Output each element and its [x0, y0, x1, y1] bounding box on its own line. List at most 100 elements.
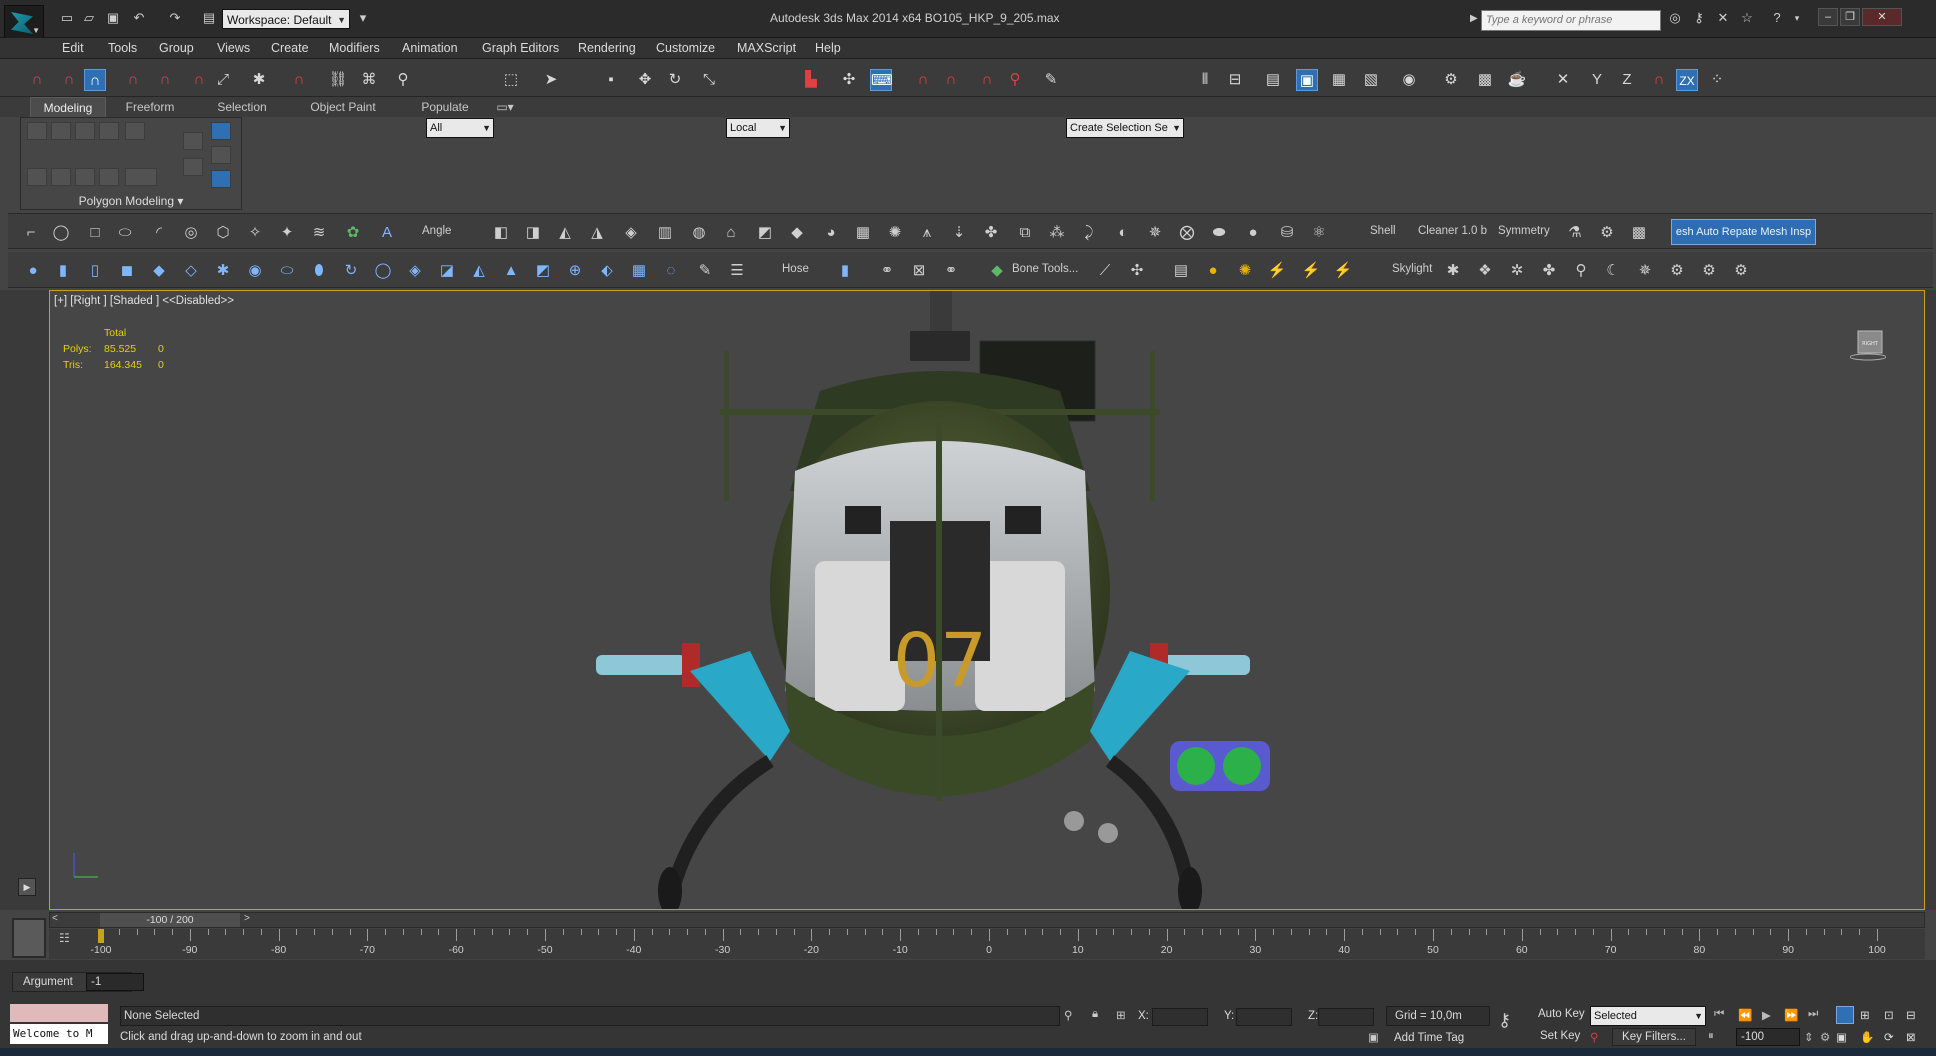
modifier-icon[interactable]: ◈ [620, 222, 642, 244]
shell-label[interactable]: Shell [1370, 225, 1396, 237]
bind-space-warp-icon[interactable]: ⚲ [392, 69, 414, 91]
graphite-toggle-icon[interactable]: ▣ [1296, 69, 1318, 91]
magnet-active-icon[interactable]: ∩ [84, 69, 106, 91]
ik-icon[interactable]: ⟋ [1094, 260, 1116, 282]
scale-icon[interactable]: ⤡ [698, 69, 720, 91]
wedge-icon[interactable]: ◩ [532, 260, 554, 282]
menu-help[interactable]: Help [815, 41, 841, 55]
zoom-extents-all-icon[interactable]: ⊟ [1906, 1008, 1916, 1022]
sun-icon[interactable]: ✺ [1234, 260, 1256, 282]
skylight-label[interactable]: Skylight [1392, 263, 1432, 275]
modifier-icon[interactable]: ◩ [754, 222, 776, 244]
caret-right-icon[interactable]: ▶ [1470, 13, 1478, 24]
play-icon[interactable]: ▶ [18, 878, 36, 896]
modifier-icon[interactable]: ◍ [688, 222, 710, 244]
script-icon[interactable]: ⚗ [1564, 222, 1586, 244]
ribbon-tool-icon[interactable] [27, 122, 47, 140]
deformer-icon[interactable]: ❖ [1474, 260, 1496, 282]
polygon-modeling-dropdown[interactable]: Polygon Modeling ▾ [20, 192, 242, 210]
chevron-down-icon[interactable]: ▾ [1788, 10, 1806, 26]
menu-graph-editors[interactable]: Graph Editors [482, 41, 559, 55]
menu-group[interactable]: Group [159, 41, 194, 55]
field-of-view-icon[interactable]: ▣ [1836, 1030, 1847, 1044]
modifier-icon[interactable]: ✤ [980, 222, 1002, 244]
time-config-icon[interactable]: ⚙ [1820, 1030, 1830, 1044]
current-frame-marker[interactable] [98, 929, 104, 943]
ribbon-tool-active-icon[interactable] [211, 170, 231, 188]
prev-frame-icon[interactable]: < [52, 913, 58, 924]
modifier-icon[interactable]: ⌂ [720, 222, 742, 244]
spot-light-icon[interactable]: ⚡ [1266, 260, 1288, 282]
ellipse-tool-icon[interactable]: ⬭ [114, 222, 136, 244]
menu-views[interactable]: Views [217, 41, 250, 55]
open-file-icon[interactable]: ▱ [80, 10, 98, 26]
script-icon[interactable]: ⚙ [1596, 222, 1618, 244]
grid-sphere-icon[interactable]: ⊕ [564, 260, 586, 282]
mesh-inspector-button[interactable]: esh Auto Repate Mesh Insp [1671, 219, 1816, 245]
snap-icon[interactable]: ⤢ [212, 69, 234, 91]
tab-modeling[interactable]: Modeling [30, 97, 106, 117]
search-box[interactable] [1481, 10, 1661, 31]
ik-solver-icon[interactable]: ✣ [1126, 260, 1148, 282]
mini-curve-editor-button[interactable] [12, 918, 46, 958]
geosphere-icon[interactable]: ◉ [244, 260, 266, 282]
tab-freeform[interactable]: Freeform [114, 97, 186, 117]
modifier-icon[interactable]: ◮ [586, 222, 608, 244]
menu-modifiers[interactable]: Modifiers [329, 41, 380, 55]
set-key-icon[interactable]: ⚲ [1590, 1030, 1598, 1044]
curve-editor-icon[interactable]: ▦ [1328, 69, 1350, 91]
bone-tools-label[interactable]: Bone Tools... [1012, 263, 1078, 275]
undo-icon[interactable]: ↶ [130, 10, 148, 26]
star-icon[interactable]: ☆ [1738, 10, 1756, 26]
direct-light-icon[interactable]: ⚡ [1300, 260, 1322, 282]
ribbon-tool-icon[interactable] [183, 158, 203, 176]
ngon-tool-icon[interactable]: ⬡ [212, 222, 234, 244]
ribbon-tool-icon[interactable] [125, 122, 145, 140]
percent-snap-icon[interactable]: ∩ [976, 69, 998, 91]
menu-animation[interactable]: Animation [402, 41, 458, 55]
torus-icon[interactable]: ◯ [372, 260, 394, 282]
save-file-icon[interactable]: ▣ [104, 10, 122, 26]
magnet-icon[interactable]: ∩ [154, 69, 176, 91]
reference-coordinate-dropdown[interactable]: Local ▼ [726, 118, 790, 138]
modifier-icon[interactable]: ⬬ [1208, 222, 1230, 244]
redo-icon[interactable]: ↷ [166, 10, 184, 26]
x-coordinate-field[interactable] [1152, 1008, 1208, 1026]
hedra-icon[interactable]: ◈ [404, 260, 426, 282]
tab-populate[interactable]: Populate [408, 97, 482, 117]
box-icon[interactable]: ◼ [116, 260, 138, 282]
capsule-icon[interactable]: ⬭ [276, 260, 298, 282]
tool-icon[interactable]: ⁘ [1706, 69, 1728, 91]
omni-light-icon[interactable]: ● [1202, 260, 1224, 282]
dummy-icon[interactable]: ⊠ [908, 260, 930, 282]
cone-icon[interactable]: ▲ [500, 260, 522, 282]
spline-tool-icon[interactable]: ⌐ [20, 222, 42, 244]
egg-tool-icon[interactable]: ✿ [342, 222, 364, 244]
checker-icon[interactable]: ▩ [1628, 222, 1650, 244]
cleaner-label[interactable]: Cleaner 1.0 b [1418, 225, 1487, 237]
magnet-icon[interactable]: ∩ [122, 69, 144, 91]
text-tool-icon[interactable]: A [376, 222, 398, 244]
deformer-icon[interactable]: ⚙ [1666, 260, 1688, 282]
grid-icon[interactable]: ▦ [628, 260, 650, 282]
deformer-icon[interactable]: ✤ [1538, 260, 1560, 282]
tool-icon[interactable]: Y [1586, 69, 1608, 91]
magnet-icon[interactable]: ∩ [288, 69, 310, 91]
menu-customize[interactable]: Customize [656, 41, 715, 55]
maximize-viewport-icon[interactable]: ⊠ [1906, 1030, 1916, 1044]
menu-maxscript[interactable]: MAXScript [737, 41, 796, 55]
helix-tool-icon[interactable]: ✦ [276, 222, 298, 244]
select-arrow-icon[interactable]: ➤ [540, 69, 562, 91]
time-slider[interactable]: < -100 / 200 > [49, 912, 1925, 928]
ribbon-tool-icon[interactable] [211, 146, 231, 164]
menu-rendering[interactable]: Rendering [578, 41, 636, 55]
chamfer-cyl-icon[interactable]: ⬮ [308, 260, 330, 282]
hose-label[interactable]: Hose [782, 263, 809, 275]
modifier-icon[interactable]: ⚛ [1308, 222, 1330, 244]
spinner-icon[interactable]: ⇕ [1804, 1030, 1814, 1044]
isolate-icon[interactable]: ⚲ [1064, 1008, 1072, 1022]
zoom-all-icon[interactable]: ⊞ [1860, 1008, 1870, 1022]
ribbon-tool-icon[interactable] [183, 132, 203, 150]
particle-icon[interactable]: ✱ [212, 260, 234, 282]
modifier-icon[interactable]: ⨂ [1176, 222, 1198, 244]
